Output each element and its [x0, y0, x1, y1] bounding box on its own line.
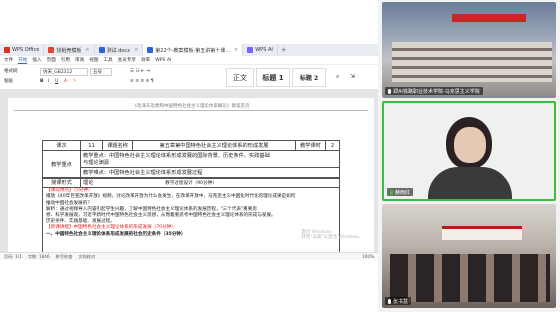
table-cell[interactable]: 第五章第中国特色社会主义理论体系的形成发展: [132, 140, 296, 151]
tab-templates[interactable]: 找稻壳模板 ×: [44, 44, 95, 56]
video-tile[interactable]: 郑州铁路职业技术学院-马克思主义学院: [382, 2, 556, 98]
spell-check[interactable]: 拼写检查: [56, 254, 73, 260]
process-line: 一、中国特色社会主义理论体系形成发展的社会历史条件（35分钟）: [46, 231, 186, 237]
status-bar: 页码: 1/1 字数: 1846 拼写检查 文档校对 100%: [0, 252, 378, 260]
paste-button[interactable]: 粘贴: [4, 78, 13, 84]
menu-page[interactable]: 页面: [47, 57, 56, 63]
activate-windows-watermark: 激活 Windows 转到"设置"以激活 Windows。: [301, 230, 363, 240]
italic-icon[interactable]: I: [48, 79, 49, 84]
menu-view[interactable]: 视图: [89, 57, 98, 63]
tab-lesson-plan[interactable]: 第22个-教案模板-第五讲第十课... ×: [143, 44, 244, 56]
document-page: 《毛泽东思想和中国特色社会主义理论体系概论》教案首页 课次 11 课题名称 第五…: [8, 98, 374, 252]
style-normal[interactable]: 正文: [226, 68, 254, 87]
table-cell[interactable]: 11: [80, 140, 103, 151]
participants-panel: 郑州铁路职业技术学院-马克思主义学院 赫雨红 张书慧: [378, 0, 560, 312]
participant-label: 赫雨红: [387, 188, 414, 196]
close-icon[interactable]: ×: [134, 47, 138, 53]
table-row: 课次 11 课题名称 第五章第中国特色社会主义理论体系的形成发展 教学课时 2: [42, 140, 340, 151]
bold-icon[interactable]: B: [40, 79, 43, 84]
wps-icon: [4, 47, 10, 53]
font-size-select[interactable]: 五号: [90, 68, 112, 76]
word-count[interactable]: 字数: 1846: [28, 254, 50, 260]
menu-bar: 文件 开始 插入 页面 引用 审阅 视图 工具 会员专享 效率 WPS AI: [0, 56, 378, 65]
participant-face: [454, 127, 486, 163]
header-divider: [14, 110, 368, 111]
menu-file[interactable]: 文件: [4, 57, 13, 63]
mic-icon: [390, 189, 393, 195]
underline-icon[interactable]: U: [55, 79, 58, 84]
ai-icon: [247, 47, 254, 53]
align-icon[interactable]: ≡ ≡ ≡ ≡ ¶: [130, 79, 154, 84]
font-color-icon[interactable]: A: [64, 79, 67, 84]
participant-label: 张书慧: [385, 297, 412, 305]
style-heading-2[interactable]: 标题 2: [292, 68, 326, 87]
find-icon[interactable]: ⌕: [336, 73, 339, 81]
wall-banner: [442, 226, 522, 240]
font-name-select[interactable]: 仿宋_GB2312: [40, 68, 88, 76]
process-title: 教学过程设计（90分钟）: [165, 181, 217, 186]
mic-icon: [388, 88, 391, 94]
zoom-level[interactable]: 100%: [362, 254, 378, 259]
document-area: 《毛泽东思想和中国特色社会主义理论体系概论》教案首页 课次 11 课题名称 第五…: [0, 90, 378, 252]
menu-wps-ai[interactable]: WPS AI: [155, 58, 171, 63]
menu-home[interactable]: 开始: [18, 57, 28, 64]
select-icon[interactable]: ⇲: [350, 73, 355, 80]
shared-screen: WPS Office 找稻壳模板 × 测试.docx × 第22个-教案模板-第五讲…: [0, 0, 378, 312]
doc-icon: [98, 47, 105, 53]
page-header: 《毛泽东思想和中国特色社会主义理论体系概论》教案首页: [132, 104, 250, 109]
table-cell[interactable]: 课题名称: [102, 140, 133, 151]
table-cell[interactable]: 教学难点：中国特色社会主义理论体系形成发展过程: [80, 167, 340, 178]
format-painter-button[interactable]: 格式刷: [4, 68, 18, 74]
tab-wps-office[interactable]: WPS Office: [0, 44, 45, 56]
highlight-icon[interactable]: ✎: [73, 79, 77, 84]
close-icon[interactable]: ×: [85, 47, 89, 53]
table-cell[interactable]: 课次: [42, 140, 81, 151]
menu-insert[interactable]: 插入: [32, 57, 41, 63]
menu-member[interactable]: 会员专享: [118, 57, 136, 63]
page-count: 页码: 1/1: [4, 253, 22, 259]
style-heading-1[interactable]: 标题 1: [256, 68, 290, 87]
mic-icon: [388, 298, 391, 304]
classroom-desks: [392, 42, 552, 82]
table-cell[interactable]: 教学重点：中国特色社会主义理论体系形成发展的国际背景、历史条件、实践基础 与理论渊…: [80, 150, 340, 168]
tab-test-doc[interactable]: 测试.docx ×: [95, 44, 144, 56]
table-cell[interactable]: 教学重点: [42, 150, 81, 178]
table-cell[interactable]: 2: [325, 140, 340, 151]
process-line: 播放《40年巨变改革开放》视频，讨论改革开放为什么会发生，在改革开放中，马克思主…: [46, 194, 296, 200]
video-tile[interactable]: 张书慧: [382, 204, 556, 308]
participant-body: [428, 167, 512, 199]
close-icon[interactable]: ×: [234, 47, 238, 53]
menu-tools[interactable]: 工具: [103, 57, 112, 63]
template-icon: [48, 47, 55, 53]
menu-efficiency[interactable]: 效率: [141, 57, 150, 63]
tab-bar: WPS Office 找稻壳模板 × 测试.docx × 第22个-教案模板-第五讲…: [0, 44, 378, 56]
tab-wps-ai[interactable]: WPS AI: [243, 44, 278, 56]
add-tab-icon[interactable]: +: [281, 46, 287, 54]
classroom-students: [390, 254, 550, 302]
list-icon[interactable]: ☰ ☷ ⇤ ⇥: [130, 69, 150, 74]
menu-review[interactable]: 审阅: [75, 57, 84, 63]
table-row: 教学重点 教学重点：中国特色社会主义理论体系形成发展的国际背景、历史条件、实践基…: [42, 150, 340, 178]
doc-icon: [147, 47, 154, 53]
video-tile[interactable]: 赫雨红: [382, 101, 556, 201]
proofread[interactable]: 文档校对: [78, 254, 95, 260]
table-row: 教学难点：中国特色社会主义理论体系形成发展过程: [43, 167, 340, 178]
participant-label: 郑州铁路职业技术学院-马克思主义学院: [385, 87, 483, 95]
teaching-process-box[interactable]: 教学过程设计（90分钟） 【课前预热】（5分钟） 播放《40年巨变改革开放》视频…: [42, 178, 340, 252]
table-cell[interactable]: 教学课时: [295, 140, 326, 151]
menu-references[interactable]: 引用: [61, 57, 70, 63]
ribbon-toolbar: 格式刷 粘贴 仿宋_GB2312 五号 B I U A ✎ ☰ ☷ ⇤ ⇥ ≡ …: [0, 65, 378, 90]
classroom-banner: [452, 14, 526, 22]
